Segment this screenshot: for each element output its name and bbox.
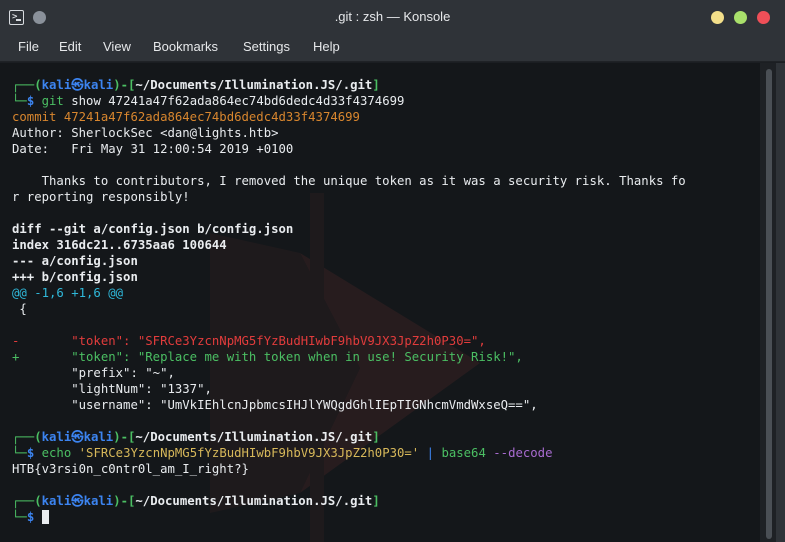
command-line: └─$ git show 47241a47f62ada864ec74bd6ded… xyxy=(12,94,405,108)
diff-old-file-line: --- a/config.json xyxy=(12,254,138,268)
minimize-button[interactable] xyxy=(711,11,724,24)
date-line: Date: Fri May 31 12:00:54 2019 +0100 xyxy=(12,142,294,156)
maximize-button[interactable] xyxy=(734,11,747,24)
prompt-line: ┌──(kali㉿kali)-[~/Documents/Illumination… xyxy=(12,430,380,444)
command-line: └─$ echo 'SFRCe3YzcnNpMG5fYzBudHIwbF9hbV… xyxy=(12,446,553,460)
author-line: Author: SherlockSec <dan@lights.htb> xyxy=(12,126,279,140)
prompt-line: ┌──(kali㉿kali)-[~/Documents/Illumination… xyxy=(12,78,380,92)
text-cursor xyxy=(41,510,49,524)
diff-header-line: diff --git a/config.json b/config.json xyxy=(12,222,294,236)
menu-view[interactable]: View xyxy=(103,34,131,62)
decoded-flag-output: HTB{v3rsi0n_c0ntr0l_am_I_right?} xyxy=(12,462,249,476)
diff-index-line: index 316dc21..6735aa6 100644 xyxy=(12,238,227,252)
menu-bookmarks[interactable]: Bookmarks xyxy=(153,34,218,62)
menu-help[interactable]: Help xyxy=(313,34,340,62)
commit-hash-line: commit 47241a47f62ada864ec74bd6dedc4d33f… xyxy=(12,110,360,124)
prompt-line: ┌──(kali㉿kali)-[~/Documents/Illumination… xyxy=(12,494,380,508)
close-button[interactable] xyxy=(757,11,770,24)
vertical-scrollbar[interactable] xyxy=(760,63,785,542)
window-edge xyxy=(776,63,785,542)
diff-hunk-line: @@ -1,6 +1,6 @@ xyxy=(12,286,124,300)
window-title: .git : zsh — Konsole xyxy=(334,9,451,24)
diff-added-line: + "token": "Replace me with token when i… xyxy=(12,350,523,364)
menu-bar: File Edit View Bookmarks Settings Help xyxy=(0,34,785,62)
diff-context-line: { xyxy=(12,302,27,316)
scrollbar-thumb[interactable] xyxy=(766,69,772,539)
diff-context-line: "lightNum": "1337", xyxy=(12,382,212,396)
menu-settings[interactable]: Settings xyxy=(243,34,290,62)
active-command-line[interactable]: └─$ xyxy=(12,509,757,525)
terminal-view[interactable]: ┌──(kali㉿kali)-[~/Documents/Illumination… xyxy=(0,63,760,542)
diff-removed-line: - "token": "SFRCe3YzcnNpMG5fYzBudHIwbF9h… xyxy=(12,334,486,348)
diff-context-line: "username": "UmVkIEhlcnJpbmcsIHJlYWQgdGh… xyxy=(12,398,538,412)
diff-context-line: "prefix": "~", xyxy=(12,366,175,380)
menu-edit[interactable]: Edit xyxy=(59,34,81,62)
commit-message-line: r reporting responsibly! xyxy=(12,190,190,204)
title-bar: > .git : zsh — Konsole xyxy=(0,0,785,34)
terminal-output: ┌──(kali㉿kali)-[~/Documents/Illumination… xyxy=(12,77,757,525)
diff-new-file-line: +++ b/config.json xyxy=(12,270,138,284)
commit-message-line: Thanks to contributors, I removed the un… xyxy=(12,174,686,188)
konsole-window: > .git : zsh — Konsole File Edit View Bo… xyxy=(0,0,785,542)
menu-file[interactable]: File xyxy=(18,34,39,62)
